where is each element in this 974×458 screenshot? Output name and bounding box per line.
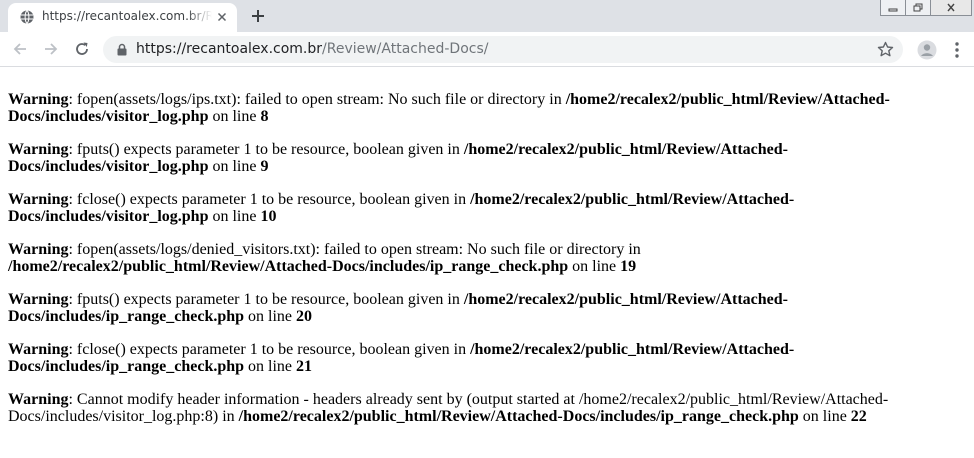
warning-message: : fputs() expects parameter 1 to be reso… <box>68 141 464 158</box>
warning-label: Warning <box>8 391 69 408</box>
minimize-button[interactable] <box>880 0 906 16</box>
more-vert-icon[interactable] <box>952 40 962 60</box>
warning-line: 9 <box>260 158 269 175</box>
warning-line: 10 <box>260 208 277 225</box>
plus-icon[interactable] <box>248 6 268 26</box>
restore-icon <box>913 3 923 12</box>
close-icon[interactable] <box>215 10 229 24</box>
browser-chrome: https://recantoalex.com.br/Review/Attach… <box>0 0 974 67</box>
lock-icon[interactable] <box>116 43 128 56</box>
warning-file: /home2/recalex2/public_html/Review/Attac… <box>238 408 799 425</box>
warning-line: 21 <box>296 358 313 375</box>
php-warning: Warning: fopen(assets/logs/denied_visito… <box>8 241 968 275</box>
warning-message: : fputs() expects parameter 1 to be reso… <box>68 291 464 308</box>
php-warning: Warning: Cannot modify header informatio… <box>8 391 968 425</box>
minimize-icon <box>888 8 898 11</box>
warning-on-line: on line <box>208 108 261 125</box>
warning-line: 22 <box>850 408 867 425</box>
url-host: https://recantoalex.com.br <box>136 41 323 57</box>
php-warning: Warning: fputs() expects parameter 1 to … <box>8 291 968 325</box>
forward-icon[interactable] <box>42 40 60 58</box>
warning-label: Warning <box>8 341 69 358</box>
address-bar[interactable]: https://recantoalex.com.br/Review/Attach… <box>103 36 903 63</box>
warning-line: 20 <box>296 308 313 325</box>
url-path: /Review/Attached-Docs/ <box>322 41 489 57</box>
close-window-icon <box>947 3 955 12</box>
warning-message: : fclose() expects parameter 1 to be res… <box>68 191 471 208</box>
php-warning: Warning: fclose() expects parameter 1 to… <box>8 191 968 225</box>
warning-on-line: on line <box>208 208 261 225</box>
warning-on-line: on line <box>244 308 297 325</box>
close-window-button[interactable] <box>930 0 972 16</box>
warning-label: Warning <box>8 241 69 258</box>
warning-label: Warning <box>8 191 69 208</box>
warning-label: Warning <box>8 141 69 158</box>
warning-file: /home2/recalex2/public_html/Review/Attac… <box>8 258 569 275</box>
warning-line: 8 <box>260 108 269 125</box>
php-warning: Warning: fputs() expects parameter 1 to … <box>8 141 968 175</box>
avatar-icon[interactable] <box>917 40 937 60</box>
tab-title: https://recantoalex.com.br/Review/Attach… <box>42 9 212 23</box>
globe-icon <box>20 10 34 24</box>
url-text[interactable]: https://recantoalex.com.br/Review/Attach… <box>136 41 488 57</box>
warning-label: Warning <box>8 91 69 108</box>
warning-on-line: on line <box>568 258 621 275</box>
warning-message: : fclose() expects parameter 1 to be res… <box>68 341 471 358</box>
page-content: Warning: fopen(assets/logs/ips.txt): fai… <box>8 75 968 425</box>
tab-strip: https://recantoalex.com.br/Review/Attach… <box>0 0 974 32</box>
reload-icon[interactable] <box>73 40 91 58</box>
warning-on-line: on line <box>208 158 261 175</box>
warning-line: 19 <box>620 258 637 275</box>
browser-tab[interactable]: https://recantoalex.com.br/Review/Attach… <box>8 3 237 32</box>
toolbar: https://recantoalex.com.br/Review/Attach… <box>0 32 974 67</box>
window-controls <box>880 0 972 16</box>
restore-button[interactable] <box>905 0 931 16</box>
php-warning: Warning: fopen(assets/logs/ips.txt): fai… <box>8 91 968 125</box>
warning-on-line: on line <box>244 358 297 375</box>
warning-on-line: on line <box>798 408 851 425</box>
warning-message: : fopen(assets/logs/ips.txt): failed to … <box>68 91 566 108</box>
php-warning: Warning: fclose() expects parameter 1 to… <box>8 341 968 375</box>
star-icon[interactable] <box>877 41 894 58</box>
warning-label: Warning <box>8 291 69 308</box>
warning-message: : fopen(assets/logs/denied_visitors.txt)… <box>68 241 641 258</box>
back-icon[interactable] <box>11 40 29 58</box>
